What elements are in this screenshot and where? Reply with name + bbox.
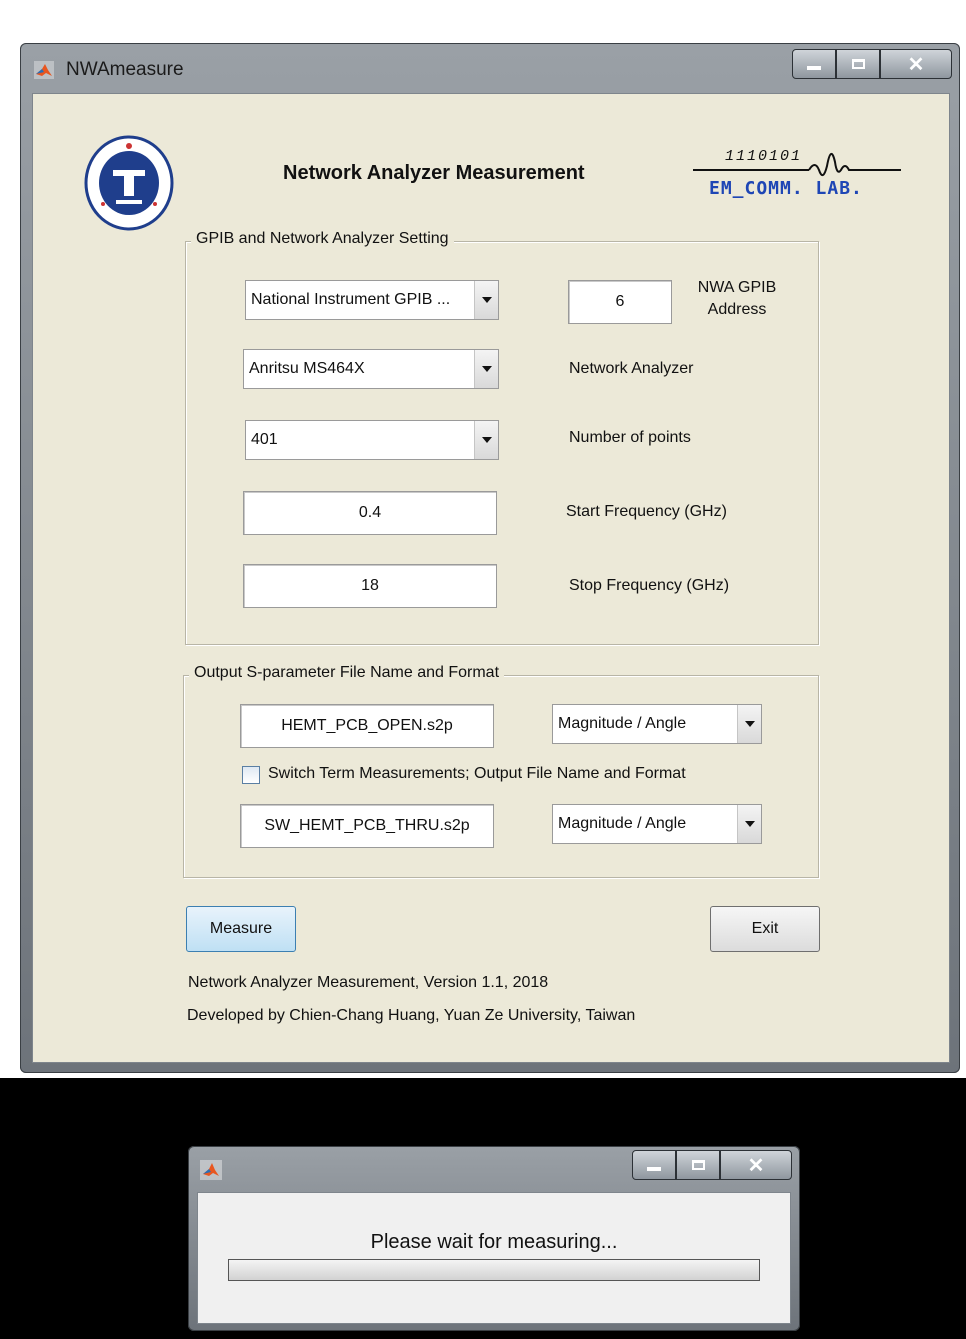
stop-frequency-label: Stop Frequency (GHz)	[569, 577, 730, 594]
chevron-down-icon	[737, 805, 761, 843]
switch-term-checkbox[interactable]	[242, 766, 260, 784]
switch-term-file-name-input[interactable]: SW_HEMT_PCB_THRU.s2p	[240, 804, 494, 848]
dialog-minimize-button[interactable]	[632, 1150, 676, 1180]
main-window: NWAmeasure ✕ Network Analyzer Measuremen…	[20, 43, 960, 1073]
dialog-caption-buttons: ✕	[632, 1150, 792, 1180]
dialog-maximize-button[interactable]	[676, 1150, 720, 1180]
version-text: Network Analyzer Measurement, Version 1.…	[188, 974, 549, 991]
measure-button[interactable]: Measure	[186, 906, 296, 952]
minimize-button[interactable]	[792, 49, 836, 79]
chevron-down-icon	[737, 705, 761, 743]
stop-frequency-input[interactable]: 18	[243, 564, 497, 608]
matlab-icon	[34, 61, 54, 79]
matlab-icon	[200, 1160, 222, 1180]
lab-binary-text: 1110101	[725, 148, 803, 165]
university-seal-logo	[83, 134, 175, 232]
chevron-down-icon	[474, 281, 498, 319]
output-format-select[interactable]: Magnitude / Angle	[552, 704, 762, 744]
network-analyzer-label: Network Analyzer	[569, 360, 694, 377]
caption-buttons: ✕	[792, 49, 952, 79]
progress-dialog: ✕ Please wait for measuring...	[188, 1146, 800, 1331]
output-group-label: Output S-parameter File Name and Format	[189, 664, 505, 682]
switch-term-format-select[interactable]: Magnitude / Angle	[552, 804, 762, 844]
maximize-icon	[851, 59, 865, 69]
gpib-interface-select[interactable]: National Instrument GPIB ...	[245, 280, 499, 320]
switch-term-label: Switch Term Measurements; Output File Na…	[268, 765, 686, 782]
dialog-close-button[interactable]: ✕	[720, 1150, 792, 1180]
dialog-title-bar[interactable]: ✕	[188, 1146, 800, 1192]
close-button[interactable]: ✕	[880, 49, 952, 79]
close-icon: ✕	[907, 53, 925, 76]
lab-name-text: EM_COMM. LAB.	[709, 178, 863, 199]
number-of-points-select[interactable]: 401	[245, 420, 499, 460]
start-frequency-input[interactable]: 0.4	[243, 491, 497, 535]
network-analyzer-select[interactable]: Anritsu MS464X	[243, 349, 499, 389]
chevron-down-icon	[474, 350, 498, 388]
window-client-area: Network Analyzer Measurement 1110101 EM_…	[32, 93, 950, 1063]
dialog-client-area: Please wait for measuring...	[197, 1192, 791, 1324]
developer-text: Developed by Chien-Chang Huang, Yuan Ze …	[187, 1007, 636, 1024]
output-file-name-input[interactable]: HEMT_PCB_OPEN.s2p	[240, 704, 494, 748]
em-comm-lab-logo: 1110101 EM_COMM. LAB.	[689, 146, 903, 206]
page-title: Network Analyzer Measurement	[283, 162, 585, 184]
window-title: NWAmeasure	[66, 59, 184, 80]
gpib-group-label: GPIB and Network Analyzer Setting	[191, 230, 454, 248]
number-of-points-label: Number of points	[569, 429, 691, 446]
maximize-button[interactable]	[836, 49, 880, 79]
progress-message: Please wait for measuring...	[370, 1231, 618, 1253]
close-icon: ✕	[747, 1154, 765, 1177]
progress-bar	[228, 1259, 760, 1281]
title-bar[interactable]: NWAmeasure ✕	[20, 43, 960, 93]
nwa-gpib-address-label: NWA GPIB Address	[697, 279, 777, 318]
exit-button[interactable]: Exit	[710, 906, 820, 952]
start-frequency-label: Start Frequency (GHz)	[566, 503, 727, 520]
chevron-down-icon	[474, 421, 498, 459]
maximize-icon	[691, 1160, 705, 1170]
minimize-icon	[647, 1167, 661, 1171]
minimize-icon	[807, 66, 821, 70]
nwa-gpib-address-input[interactable]: 6	[568, 280, 672, 324]
